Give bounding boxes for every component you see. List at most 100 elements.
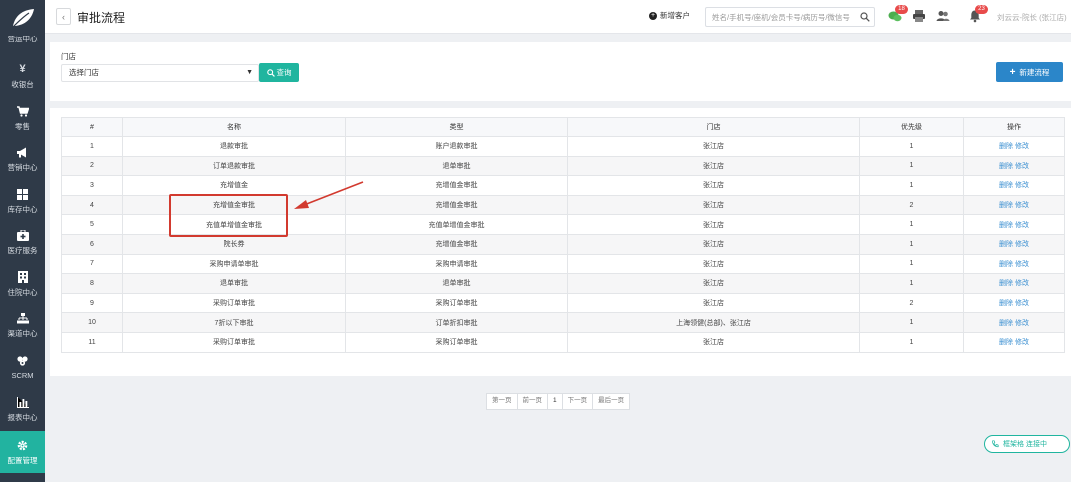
- delete-link[interactable]: 删除: [999, 261, 1013, 268]
- new-flow-button[interactable]: + 新建流程: [996, 62, 1063, 82]
- sidebar-item-config[interactable]: 配置管理: [0, 431, 45, 473]
- page-current-button[interactable]: 1: [548, 394, 563, 409]
- page-prev-button[interactable]: 前一页: [518, 394, 548, 409]
- edit-link[interactable]: 修改: [1015, 300, 1029, 307]
- cell-actions: 删除 修改: [963, 194, 1065, 216]
- table-row: 7 采购申请单审批 采购申请审批 张江店 1 删除 修改: [61, 253, 1065, 275]
- column-header-priority: 优先级: [859, 117, 964, 137]
- delete-link[interactable]: 删除: [999, 163, 1013, 170]
- cell-actions: 删除 修改: [963, 136, 1065, 157]
- call-status-widget[interactable]: 框架格 连接中: [984, 435, 1070, 453]
- edit-link[interactable]: 修改: [1015, 222, 1029, 229]
- edit-link[interactable]: 修改: [1015, 241, 1029, 248]
- printer-button[interactable]: [912, 9, 926, 23]
- sidebar-item-channel[interactable]: 渠道中心: [0, 305, 45, 345]
- edit-link[interactable]: 修改: [1015, 280, 1029, 287]
- cell-type: 采购订单审批: [345, 292, 568, 314]
- pagination: 第一页 前一页 1 下一页 最后一页: [486, 393, 631, 410]
- page-last-button[interactable]: 最后一页: [593, 394, 629, 409]
- cart-icon: [16, 104, 29, 118]
- edit-link[interactable]: 修改: [1015, 261, 1029, 268]
- table-row: 1 退款审批 账户退款审批 张江店 1 删除 修改: [61, 136, 1065, 157]
- user-menu[interactable]: 刘云云-院长 (张江店): [997, 12, 1067, 23]
- new-customer-button[interactable]: + 新增客户: [649, 10, 690, 21]
- sidebar-item-label: 报表中心: [7, 413, 38, 422]
- sidebar-item-retail[interactable]: 零售: [0, 98, 45, 138]
- cell-name: 退款审批: [122, 136, 346, 157]
- cell-type: 充值单增值金审批: [345, 214, 568, 235]
- sidebar-item-label: 渠道中心: [7, 329, 38, 338]
- caret-down-icon: ▼: [246, 69, 253, 76]
- sidebar-item-marketing[interactable]: 营销中心: [0, 139, 45, 179]
- cell-name: 院长券: [122, 233, 346, 255]
- delete-link[interactable]: 删除: [999, 320, 1013, 327]
- bar-chart-icon: [16, 395, 29, 409]
- delete-link[interactable]: 删除: [999, 143, 1013, 150]
- delete-link[interactable]: 删除: [999, 300, 1013, 307]
- column-header-type: 类型: [345, 117, 568, 137]
- cell-actions: 删除 修改: [963, 175, 1065, 196]
- table-panel: # 名称 类型 门店 优先级 操作 1 退款审批 账户退款审批 张江店 1 删除 修改 2 订单…: [50, 108, 1071, 376]
- table-row: 2 订单退款审批 退单审批 张江店 1 删除 修改: [61, 155, 1065, 177]
- phone-icon: [992, 440, 999, 448]
- cell-store: 张江店: [567, 155, 860, 177]
- cell-type: 采购订单审批: [345, 331, 568, 353]
- cell-name: 采购订单审批: [122, 292, 346, 314]
- search-icon[interactable]: [860, 12, 870, 22]
- chat-button[interactable]: 18: [888, 5, 908, 23]
- query-button[interactable]: 查询: [259, 63, 299, 82]
- sidebar: 营运中心 ¥ 收银台 零售 营销中心 库存中心 医疗服务 住院中心 渠道中心 S…: [0, 0, 45, 482]
- sidebar-item-inpatient[interactable]: 住院中心: [0, 264, 45, 304]
- cell-index: 10: [61, 312, 123, 333]
- cell-actions: 删除 修改: [963, 155, 1065, 177]
- annotation-highlight-box: [169, 194, 288, 237]
- cell-actions: 删除 修改: [963, 292, 1065, 314]
- edit-link[interactable]: 修改: [1015, 143, 1029, 150]
- sidebar-item-partial-label[interactable]: 营运中心: [0, 36, 45, 50]
- column-header-store: 门店: [567, 117, 860, 137]
- cell-store: 张江店: [567, 194, 860, 216]
- page-next-button[interactable]: 下一页: [563, 394, 594, 409]
- hospital-icon: [17, 270, 28, 284]
- logo[interactable]: [0, 0, 45, 36]
- notifications-button[interactable]: 23: [968, 5, 988, 23]
- back-button[interactable]: ‹: [56, 8, 71, 25]
- edit-link[interactable]: 修改: [1015, 320, 1029, 327]
- delete-link[interactable]: 删除: [999, 182, 1013, 189]
- sidebar-item-label: 营销中心: [7, 163, 38, 172]
- delete-link[interactable]: 删除: [999, 280, 1013, 287]
- sidebar-item-reports[interactable]: 报表中心: [0, 389, 45, 429]
- cell-index: 5: [61, 214, 123, 235]
- contacts-button[interactable]: [936, 9, 950, 23]
- sidebar-item-label: SCRM: [11, 371, 34, 380]
- cell-actions: 删除 修改: [963, 233, 1065, 255]
- sidebar-item-inventory[interactable]: 库存中心: [0, 181, 45, 221]
- store-select[interactable]: 选择门店 ▼: [61, 64, 259, 82]
- printer-icon: [913, 10, 925, 22]
- org-chart-icon: [16, 311, 29, 325]
- cell-index: 4: [61, 194, 123, 216]
- page-title: 审批流程: [77, 11, 126, 25]
- page-first-button[interactable]: 第一页: [487, 394, 518, 409]
- edit-link[interactable]: 修改: [1015, 182, 1029, 189]
- search-box: [705, 7, 875, 27]
- sidebar-item-medical[interactable]: 医疗服务: [0, 222, 45, 262]
- edit-link[interactable]: 修改: [1015, 163, 1029, 170]
- cell-store: 张江店: [567, 233, 860, 255]
- cell-index: 7: [61, 253, 123, 275]
- call-status-label: 框架格 连接中: [1003, 441, 1047, 448]
- cell-type: 退单审批: [345, 273, 568, 294]
- sidebar-item-cashier[interactable]: ¥ 收银台: [0, 56, 45, 96]
- cell-actions: 删除 修改: [963, 253, 1065, 275]
- sidebar-item-scrm[interactable]: SCRM: [0, 347, 45, 387]
- delete-link[interactable]: 删除: [999, 202, 1013, 209]
- search-input[interactable]: [706, 8, 856, 26]
- edit-link[interactable]: 修改: [1015, 339, 1029, 346]
- cell-index: 8: [61, 273, 123, 294]
- delete-link[interactable]: 删除: [999, 222, 1013, 229]
- sidebar-item-label: 零售: [15, 122, 30, 131]
- delete-link[interactable]: 删除: [999, 339, 1013, 346]
- delete-link[interactable]: 删除: [999, 241, 1013, 248]
- cell-type: 采购申请审批: [345, 253, 568, 275]
- edit-link[interactable]: 修改: [1015, 202, 1029, 209]
